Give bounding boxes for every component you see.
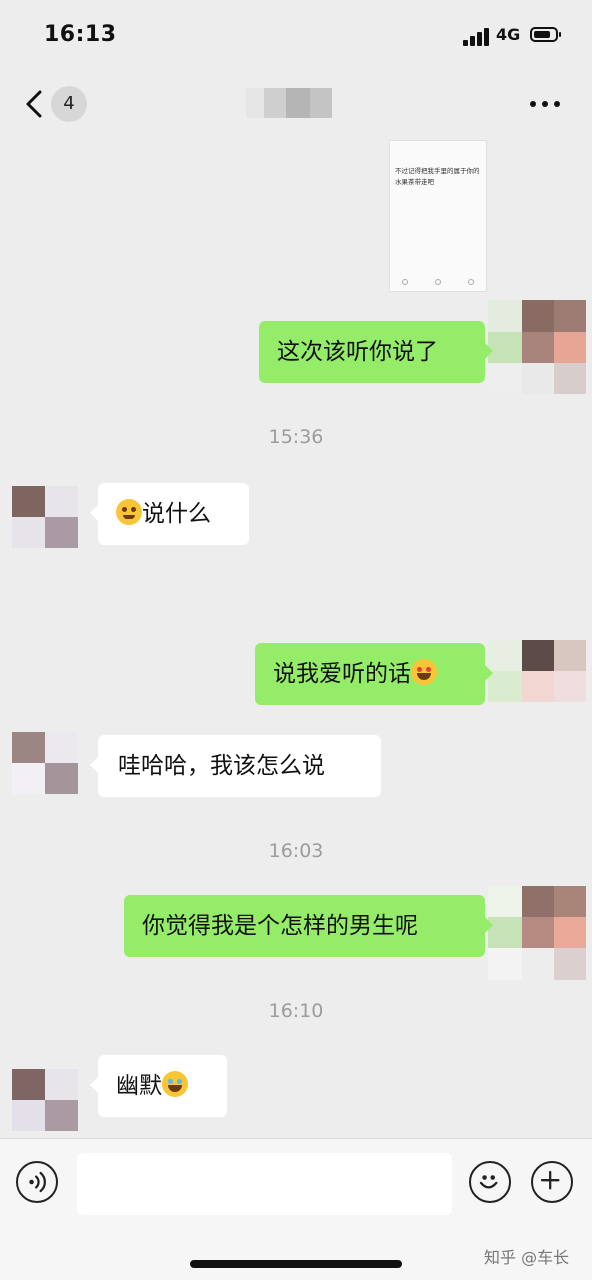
outgoing-message[interactable]: 你觉得我是个怎样的男生呢 xyxy=(124,895,493,957)
plus-icon[interactable] xyxy=(531,1161,573,1203)
voice-input-icon[interactable] xyxy=(16,1161,58,1203)
image-message-text: 不过记得把我手里的属于你的水果茶带走吧 xyxy=(395,167,480,186)
contact-avatar[interactable] xyxy=(12,1069,78,1131)
watermark: 知乎 @车长 xyxy=(484,1248,570,1267)
smiling-heart-eyes-emoji xyxy=(411,659,437,685)
contact-name-mosaic xyxy=(246,88,332,118)
message-input-bar: 知乎 @车长 xyxy=(0,1138,592,1280)
image-message-footer xyxy=(390,277,486,287)
self-avatar[interactable] xyxy=(488,886,586,980)
unread-count-badge[interactable]: 4 xyxy=(51,86,87,122)
home-indicator[interactable] xyxy=(190,1260,402,1268)
emoji-picker-icon[interactable] xyxy=(469,1161,511,1203)
image-message[interactable]: 不过记得把我手里的属于你的水果茶带走吧 xyxy=(389,140,487,292)
message-text: 说我爱听的话 xyxy=(273,661,411,687)
outgoing-message[interactable]: 说我爱听的话 xyxy=(255,643,493,705)
self-avatar[interactable] xyxy=(488,640,586,702)
self-avatar[interactable] xyxy=(488,300,586,394)
more-options-icon[interactable] xyxy=(530,101,560,107)
contact-avatar[interactable] xyxy=(12,732,78,794)
back-arrow-icon[interactable] xyxy=(22,88,46,120)
chat-header: 4 xyxy=(0,70,592,138)
tears-of-joy-emoji xyxy=(162,1071,188,1097)
battery-icon xyxy=(530,27,561,42)
chat-screen: 16:13 4G 4 不过记得把我手里的属于你的水果茶带走吧 这次该听你说了 1… xyxy=(0,0,592,1280)
incoming-message[interactable]: 幽默 xyxy=(90,1055,227,1117)
contact-avatar[interactable] xyxy=(12,486,78,548)
signal-icon xyxy=(463,28,491,46)
incoming-message[interactable]: 哇哈哈，我该怎么说 xyxy=(90,735,381,797)
timestamp: 16:10 xyxy=(268,1000,324,1022)
network-label: 4G xyxy=(496,25,521,44)
message-input[interactable] xyxy=(77,1153,452,1215)
status-bar: 16:13 4G xyxy=(0,0,592,70)
outgoing-message[interactable]: 这次该听你说了 xyxy=(259,321,493,383)
timestamp: 15:36 xyxy=(268,426,324,448)
facepalm-emoji xyxy=(116,499,142,525)
message-text: 幽默 xyxy=(116,1073,162,1099)
status-time: 16:13 xyxy=(44,22,117,47)
message-text: 说什么 xyxy=(142,501,211,527)
incoming-message[interactable]: 说什么 xyxy=(90,483,249,545)
timestamp: 16:03 xyxy=(268,840,324,862)
